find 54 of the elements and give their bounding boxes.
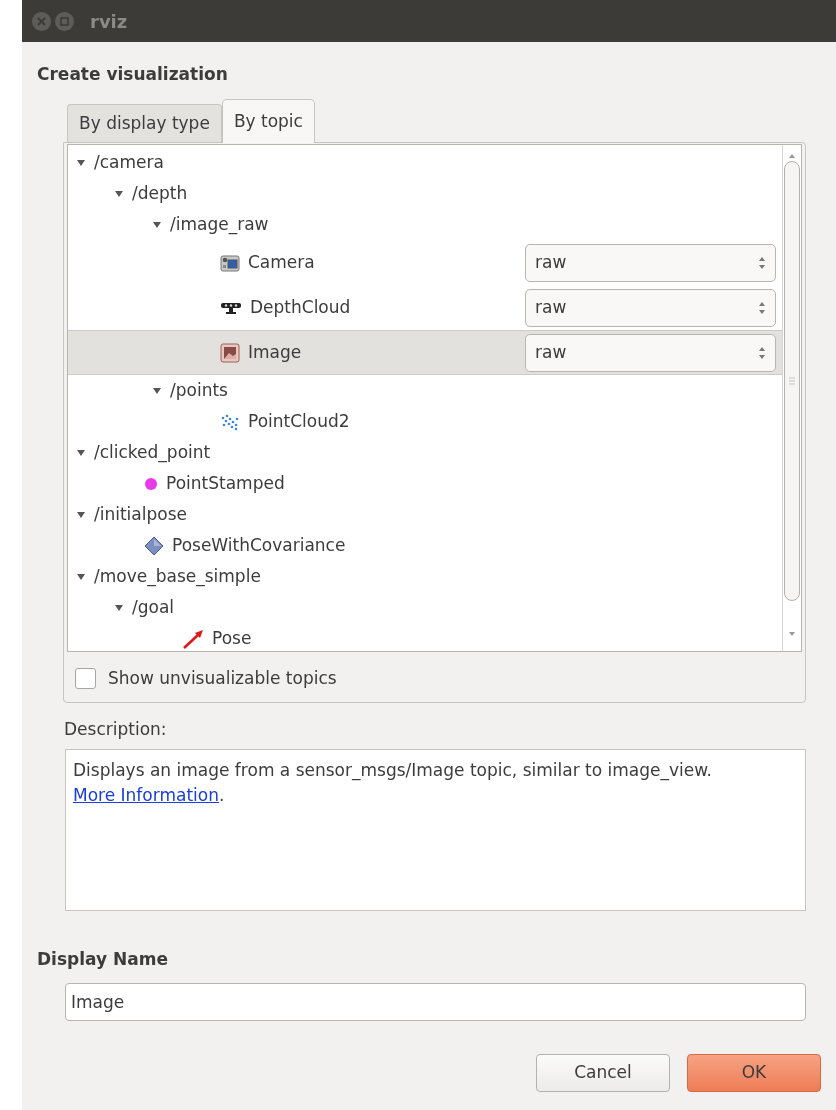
display-type-name[interactable]: PoseWithCovariance [172,532,346,559]
expanded-arrow-icon[interactable] [76,447,86,458]
sensor-bar-icon [220,300,242,315]
topic-name[interactable]: /initialpose [94,501,187,528]
display-type-name[interactable]: Pose [212,625,252,651]
dot-icon [144,476,158,491]
description-label: Description: [64,718,168,741]
expanded-arrow-icon[interactable] [114,602,124,613]
tab[interactable]: By display type [67,104,222,142]
diamond-icon [144,535,164,556]
transport-dropdown[interactable]: raw [525,243,776,282]
topic-name[interactable]: /points [170,377,228,404]
topic-name[interactable]: /camera [94,149,164,176]
scrollbar-thumb[interactable] [784,161,800,601]
camera-icon [220,253,240,272]
topic-name[interactable]: /image_raw [170,211,269,238]
description-text: Displays an image from a sensor_msgs/Image topic, similar to image_view. More Information. [73,759,713,807]
display-type-name[interactable]: DepthCloud [250,294,351,321]
ok-button[interactable]: OK [687,1054,821,1092]
checkbox[interactable] [75,668,96,690]
spinner-arrows-icon [758,300,766,315]
topic-name[interactable]: /clicked_point [94,439,211,466]
image-icon [220,342,240,363]
point-cloud-icon [220,412,240,431]
display-name-label: Display Name [37,948,169,971]
more-information-link[interactable]: More Information [73,785,219,805]
display-type-name[interactable]: PointCloud2 [248,408,350,435]
window-title: rviz [90,9,128,34]
expanded-arrow-icon[interactable] [76,509,86,520]
tab[interactable]: By topic [221,99,315,143]
scroll-up-icon[interactable] [788,153,796,159]
display-type-name[interactable]: Image [248,339,302,366]
cancel-button[interactable]: Cancel [536,1054,670,1092]
topic-name[interactable]: /move_base_simple [94,563,261,590]
selected-row-highlight[interactable]: Image raw [68,330,782,375]
display-name-field[interactable]: Image [65,983,806,1021]
checkbox-label: Show unvisualizable topics [108,667,337,690]
spinner-arrows-icon [758,255,766,270]
scroll-down-icon[interactable] [788,631,796,637]
topic-name[interactable]: /goal [132,594,175,621]
expanded-arrow-icon[interactable] [76,571,86,582]
expanded-arrow-icon[interactable] [152,219,162,230]
arrow-icon [182,628,204,649]
transport-dropdown[interactable]: raw [525,333,776,372]
expanded-arrow-icon[interactable] [114,188,124,199]
display-type-name[interactable]: PointStamped [166,470,285,497]
transport-dropdown[interactable]: raw [525,288,776,327]
topic-name[interactable]: /depth [132,180,188,207]
spinner-arrows-icon [758,345,766,360]
expanded-arrow-icon[interactable] [152,385,162,396]
dialog-heading: Create visualization [37,63,229,86]
expanded-arrow-icon[interactable] [76,157,86,168]
display-type-name[interactable]: Camera [248,249,315,276]
scrollbar[interactable] [782,145,801,651]
